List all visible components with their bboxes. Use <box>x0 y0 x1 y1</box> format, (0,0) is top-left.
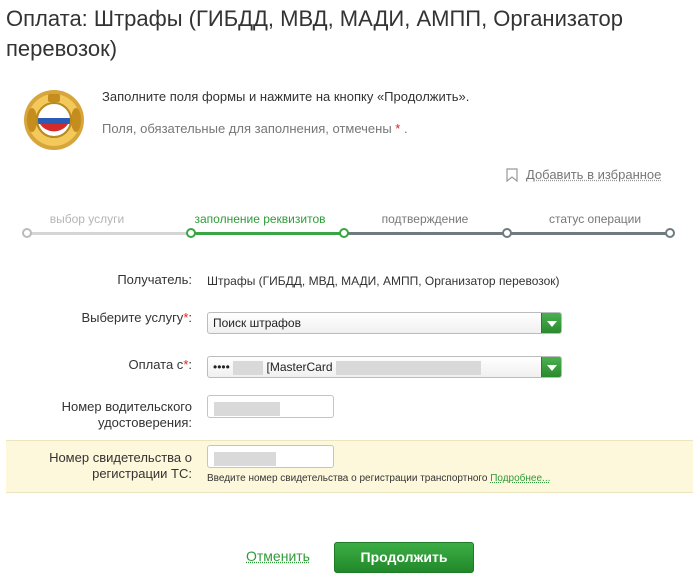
step-dot-operation-status <box>502 228 512 238</box>
step-dot-confirmation <box>339 228 349 238</box>
registration-hint: Введите номер свидетельства о регистраци… <box>207 473 550 484</box>
step-dot-fill-details <box>186 228 196 238</box>
bookmark-icon <box>506 167 518 182</box>
registration-number-redacted <box>214 451 276 466</box>
step-label-fill-details: заполнение реквизитов <box>194 212 326 226</box>
registration-number-input[interactable] <box>207 445 334 468</box>
payment-from-label: Оплата с*: <box>128 357 192 373</box>
recipient-value: Штрафы (ГИБДД, МВД, МАДИ, АМПП, Организа… <box>207 274 560 288</box>
chevron-down-icon[interactable] <box>541 357 561 377</box>
license-number-redacted <box>214 401 280 416</box>
payment-from-select[interactable]: •••• [MasterCard <box>207 356 562 378</box>
card-masked-prefix: •••• <box>213 360 230 374</box>
intro-required-end: . <box>403 121 408 136</box>
step-label-choose-service: выбор услуги <box>49 212 125 226</box>
payment-from-label-colon: : <box>188 357 192 372</box>
step-label-operation-status: статус операции <box>548 212 642 226</box>
service-select-value: Поиск штрафов <box>213 316 301 330</box>
card-details-redacted <box>335 360 481 375</box>
step-dot-choose-service <box>22 228 32 238</box>
add-to-favorites-link[interactable]: Добавить в избранное <box>506 167 661 182</box>
recipient-label: Получатель: <box>117 272 192 287</box>
license-number-input[interactable] <box>207 395 334 418</box>
intro-required-text: Поля, обязательные для заполнения, отмеч… <box>102 121 392 136</box>
registration-label: Номер свидетельства о регистрации ТС: <box>49 450 192 481</box>
progress-steps: выбор услуги заполнение реквизитов подтв… <box>22 210 678 244</box>
license-label: Номер водительского удостоверения: <box>61 399 192 430</box>
registration-hint-text: Введите номер свидетельства о регистраци… <box>207 473 488 484</box>
step-label-confirmation: подтверждение <box>381 212 469 226</box>
service-label-text: Выберите услугу <box>81 310 184 325</box>
card-name: [MasterCard <box>266 360 333 374</box>
step-line-active <box>191 232 344 235</box>
step-dot-end <box>665 228 675 238</box>
card-number-redacted <box>233 360 264 375</box>
add-to-favorites-label: Добавить в избранное <box>526 167 662 182</box>
traffic-police-emblem-icon <box>24 90 84 150</box>
cancel-link[interactable]: Отменить <box>246 548 310 564</box>
intro-instruction: Заполните поля формы и нажмите на кнопку… <box>102 89 470 104</box>
required-mark: * <box>395 121 401 136</box>
page-title: Оплата: Штрафы (ГИБДД, МВД, МАДИ, АМПП, … <box>6 6 624 61</box>
chevron-down-icon[interactable] <box>541 313 561 333</box>
continue-button[interactable]: Продолжить <box>334 542 474 573</box>
payment-from-label-text: Оплата с <box>128 357 184 372</box>
step-line-done <box>27 232 191 235</box>
intro-required-note: Поля, обязательные для заполнения, отмеч… <box>102 121 408 136</box>
service-label: Выберите услугу*: <box>81 310 192 326</box>
registration-more-link[interactable]: Подробнее... <box>490 473 550 484</box>
service-label-colon: : <box>188 310 192 325</box>
service-select[interactable]: Поиск штрафов <box>207 312 562 334</box>
